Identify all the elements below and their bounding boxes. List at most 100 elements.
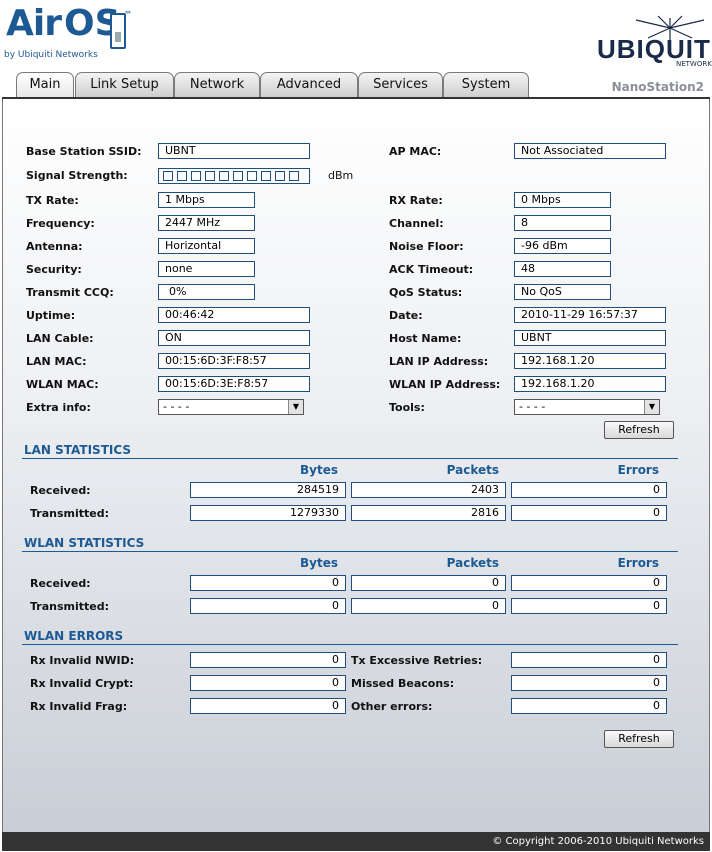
airos-logo-air: Air xyxy=(6,3,62,44)
field-ack-timeout: 48 xyxy=(514,261,611,277)
field-wlan-mac: 00:15:6D:3E:F8:57 xyxy=(158,376,310,392)
tools-select[interactable]: - - - - ▼ xyxy=(514,399,660,415)
chevron-down-icon[interactable]: ▼ xyxy=(644,400,659,414)
lan-transmitted-label: Transmitted: xyxy=(30,507,110,520)
field-lan-ip-address: 192.168.1.20 xyxy=(514,353,666,369)
tab-system[interactable]: System xyxy=(443,72,529,97)
copyright-text: © Copyright 2006-2010 Ubiquiti Networks xyxy=(492,836,704,847)
label-tx-rate: TX Rate: xyxy=(26,194,79,207)
wlan-received-errors: 0 xyxy=(511,575,667,591)
section-title-wlan-errors: WLAN ERRORS xyxy=(24,629,124,643)
label-lan-cable: LAN Cable: xyxy=(26,332,94,345)
extra-info-select-value: - - - - xyxy=(163,400,190,413)
rx-invalid-nwid-value: 0 xyxy=(190,652,346,668)
field-rx-rate: 0 Mbps xyxy=(514,192,611,208)
column-header-packets: Packets xyxy=(446,463,499,477)
signal-bar xyxy=(205,171,215,181)
missed-beacons-value: 0 xyxy=(511,675,667,691)
label-ack-timeout: ACK Timeout: xyxy=(389,263,474,276)
other-errors-label: Other errors: xyxy=(351,700,433,713)
tx-excessive-retries-value: 0 xyxy=(511,652,667,668)
tab-advanced[interactable]: Advanced xyxy=(260,72,358,97)
wlan-transmitted-label: Transmitted: xyxy=(30,600,110,613)
field-tx-rate: 1 Mbps xyxy=(158,192,255,208)
rx-invalid-frag-value: 0 xyxy=(190,698,346,714)
rx-invalid-frag-label: Rx Invalid Frag: xyxy=(30,700,128,713)
lan-received-packets: 2403 xyxy=(351,482,506,498)
label-signal-strength: Signal Strength: xyxy=(26,169,128,182)
airos-logo-tm: ™ xyxy=(124,10,132,19)
label-tools: Tools: xyxy=(389,401,425,414)
section-title-wlan-statistics: WLAN STATISTICS xyxy=(24,536,145,550)
wlan-transmitted-bytes: 0 xyxy=(190,598,346,614)
section-divider xyxy=(22,644,678,645)
label-ap-mac: AP MAC: xyxy=(389,145,442,158)
field-lan-mac: 00:15:6D:3F:F8:57 xyxy=(158,353,310,369)
label-antenna: Antenna: xyxy=(26,240,83,253)
refresh-button-statistics[interactable]: Refresh xyxy=(604,730,674,748)
signal-bar xyxy=(289,171,299,181)
label-uptime: Uptime: xyxy=(26,309,76,322)
lan-transmitted-errors: 0 xyxy=(511,505,667,521)
label-extra-info: Extra info: xyxy=(26,401,91,414)
label-transmit-ccq: Transmit CCQ: xyxy=(26,286,114,299)
label-rx-rate: RX Rate: xyxy=(389,194,443,207)
device-name: NanoStation2 xyxy=(611,80,704,94)
tab-bar: Main Link Setup Network Advanced Service… xyxy=(2,72,710,99)
signal-bar xyxy=(177,171,187,181)
label-lan-mac: LAN MAC: xyxy=(26,355,87,368)
chevron-down-icon[interactable]: ▼ xyxy=(288,400,303,414)
signal-bar xyxy=(233,171,243,181)
label-security: Security: xyxy=(26,263,82,276)
refresh-button-status[interactable]: Refresh xyxy=(604,421,674,439)
wlan-transmitted-errors: 0 xyxy=(511,598,667,614)
signal-bar xyxy=(275,171,285,181)
section-divider xyxy=(22,458,678,459)
label-noise-floor: Noise Floor: xyxy=(389,240,464,253)
wlan-transmitted-packets: 0 xyxy=(351,598,506,614)
section-title-lan-statistics: LAN STATISTICS xyxy=(24,443,132,457)
signal-strength-unit: dBm xyxy=(328,169,354,182)
field-uptime: 00:46:42 xyxy=(158,307,310,323)
lan-transmitted-packets: 2816 xyxy=(351,505,506,521)
signal-bar xyxy=(247,171,257,181)
lan-received-errors: 0 xyxy=(511,482,667,498)
extra-info-select[interactable]: - - - - ▼ xyxy=(158,399,304,415)
field-transmit-ccq: 0% xyxy=(158,284,255,300)
column-header-errors: Errors xyxy=(617,463,659,477)
field-ap-mac: Not Associated xyxy=(514,143,666,159)
tools-select-value: - - - - xyxy=(519,400,546,413)
column-header-bytes: Bytes xyxy=(300,463,338,477)
rx-invalid-crypt-label: Rx Invalid Crypt: xyxy=(30,677,134,690)
lan-received-bytes: 284519 xyxy=(190,482,346,498)
tab-network[interactable]: Network xyxy=(174,72,260,97)
signal-bar xyxy=(191,171,201,181)
column-header-errors: Errors xyxy=(617,556,659,570)
signal-strength-meter xyxy=(158,168,310,184)
section-divider xyxy=(22,551,678,552)
tab-services[interactable]: Services xyxy=(358,72,443,97)
label-frequency: Frequency: xyxy=(26,217,95,230)
ubiquiti-logo-subtext: NETWORKS xyxy=(676,60,712,68)
lan-transmitted-bytes: 1279330 xyxy=(190,505,346,521)
rx-invalid-crypt-value: 0 xyxy=(190,675,346,691)
wlan-received-packets: 0 xyxy=(351,575,506,591)
label-qos-status: QoS Status: xyxy=(389,286,463,299)
airos-logo-byline: by Ubiquiti Networks xyxy=(4,50,98,60)
label-channel: Channel: xyxy=(389,217,444,230)
lan-received-label: Received: xyxy=(30,484,91,497)
tab-link-setup[interactable]: Link Setup xyxy=(75,72,174,97)
signal-bar xyxy=(261,171,271,181)
label-base-station-ssid: Base Station SSID: xyxy=(26,145,142,158)
label-host-name: Host Name: xyxy=(389,332,462,345)
wlan-received-bytes: 0 xyxy=(190,575,346,591)
field-frequency: 2447 MHz xyxy=(158,215,255,231)
label-wlan-ip-address: WLAN IP Address: xyxy=(389,378,501,391)
signal-bar xyxy=(219,171,229,181)
missed-beacons-label: Missed Beacons: xyxy=(351,677,455,690)
field-host-name: UBNT xyxy=(514,330,666,346)
label-wlan-mac: WLAN MAC: xyxy=(26,378,99,391)
field-qos-status: No QoS xyxy=(514,284,611,300)
field-date: 2010-11-29 16:57:37 xyxy=(514,307,666,323)
tab-main[interactable]: Main xyxy=(16,72,74,99)
